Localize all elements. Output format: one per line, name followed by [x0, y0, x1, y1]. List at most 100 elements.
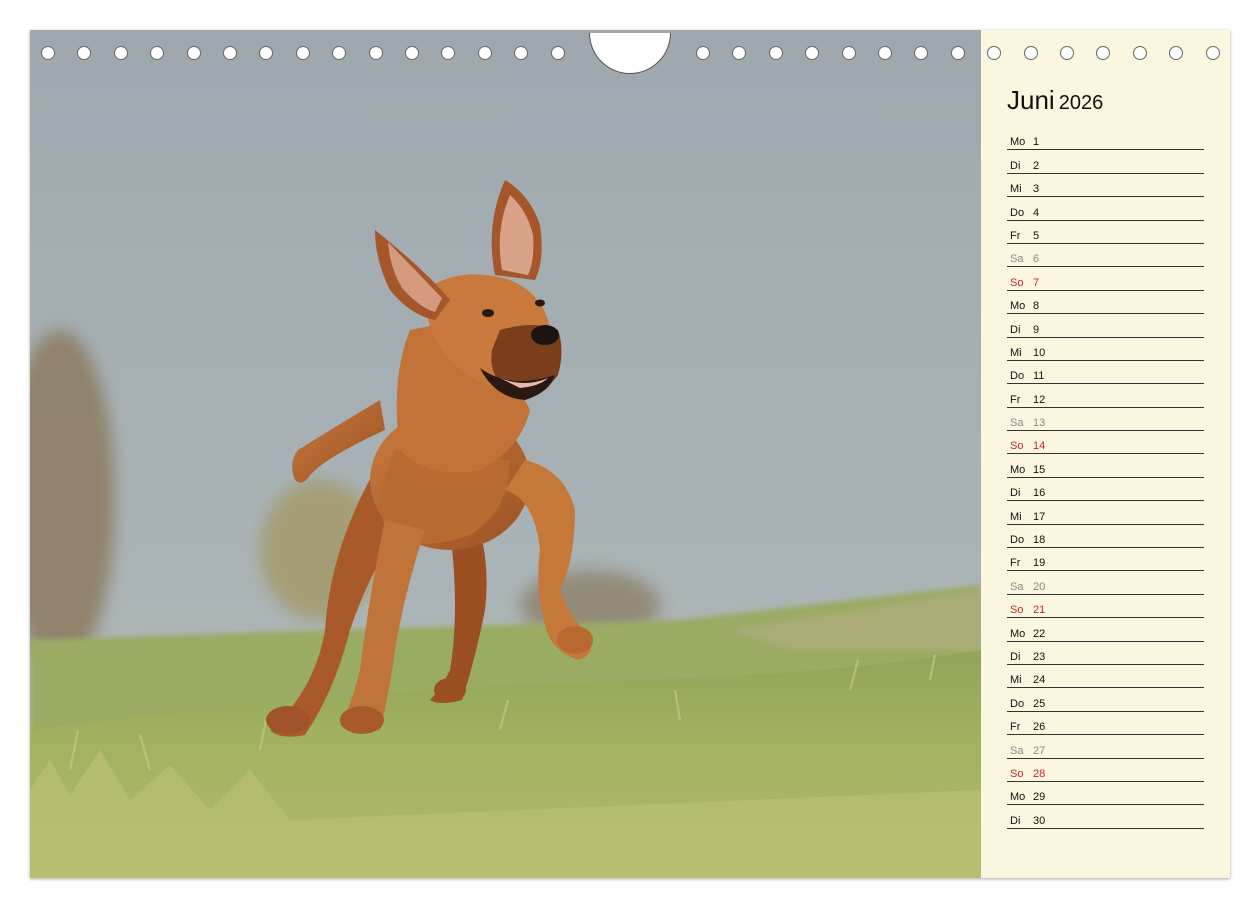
- day-row: Mo 1: [1007, 127, 1204, 151]
- binding-hole: [1023, 46, 1038, 60]
- day-number: 3: [1033, 183, 1040, 196]
- binding-hole: [696, 46, 710, 60]
- day-row: So 21: [1007, 595, 1204, 619]
- binding-hole: [405, 46, 419, 60]
- day-row: Di 9: [1007, 314, 1204, 338]
- day-number: 15: [1033, 463, 1046, 476]
- day-number: 24: [1033, 674, 1046, 687]
- weekday-label: Do: [1010, 534, 1025, 547]
- binding-hole: [732, 46, 747, 60]
- binding-hole: [77, 46, 92, 60]
- weekday-label: Mo: [1010, 136, 1026, 149]
- binding-hole: [514, 46, 529, 60]
- weekday-label: So: [1010, 767, 1024, 780]
- binding-hole: [259, 46, 274, 60]
- binding-hole: [186, 46, 201, 60]
- weekday-label: So: [1010, 440, 1024, 453]
- day-row: Di 16: [1007, 478, 1204, 502]
- year-label: 2026: [1058, 92, 1104, 114]
- binding-hole: [1096, 46, 1111, 60]
- day-number: 28: [1033, 767, 1046, 780]
- day-row: Do 25: [1007, 688, 1204, 712]
- day-row: Mi 24: [1007, 665, 1204, 689]
- day-number: 9: [1033, 323, 1040, 336]
- day-number: 27: [1033, 744, 1046, 757]
- weekday-label: Fr: [1010, 393, 1021, 406]
- binding-hole: [113, 46, 128, 60]
- day-number: 11: [1033, 370, 1045, 383]
- binding-hole: [914, 46, 929, 60]
- day-number: 30: [1033, 814, 1046, 827]
- day-number: 20: [1033, 580, 1046, 593]
- weekday-label: Mo: [1010, 627, 1026, 640]
- weekday-label: Di: [1010, 323, 1021, 336]
- day-row: Fr 5: [1007, 221, 1204, 244]
- day-number: 5: [1033, 229, 1040, 242]
- weekday-label: Di: [1010, 487, 1021, 500]
- day-row: Mo 29: [1007, 782, 1204, 806]
- day-row: Mi 10: [1007, 338, 1204, 361]
- day-row: So 14: [1007, 431, 1204, 455]
- binding-holes: [0, 0, 1260, 80]
- weekday-label: So: [1010, 604, 1024, 617]
- day-number: 14: [1033, 440, 1046, 453]
- day-number: 16: [1033, 487, 1046, 500]
- day-row: Do 11: [1007, 361, 1204, 385]
- day-number: 19: [1033, 557, 1046, 570]
- binding-hole: [150, 46, 165, 60]
- month-title: Juni 2026: [1007, 85, 1103, 116]
- weekday-label: Mi: [1010, 183, 1022, 196]
- day-row: Di 2: [1007, 150, 1204, 174]
- weekday-label: Sa: [1010, 744, 1024, 757]
- dog-photo: [30, 30, 981, 878]
- day-number: 13: [1033, 417, 1046, 430]
- weekday-label: Fr: [1010, 721, 1021, 734]
- weekday-label: Mi: [1010, 346, 1022, 359]
- weekday-label: Do: [1010, 370, 1025, 383]
- weekday-label: Di: [1010, 814, 1021, 827]
- binding-hole: [550, 46, 565, 60]
- day-number: 7: [1033, 276, 1040, 289]
- day-number: 12: [1033, 393, 1046, 406]
- day-row: Mo 8: [1007, 291, 1204, 315]
- day-number: 21: [1033, 604, 1046, 617]
- weekday-label: Mo: [1010, 300, 1026, 313]
- hanger-cutout: [589, 33, 671, 74]
- dog-photo-illustration: [30, 30, 981, 878]
- day-row: Mo 15: [1007, 454, 1204, 478]
- binding-hole: [295, 46, 310, 60]
- day-number: 17: [1033, 510, 1046, 523]
- day-row: Do 4: [1007, 197, 1204, 221]
- weekday-label: Do: [1010, 206, 1025, 219]
- day-row: Sa 6: [1007, 244, 1204, 268]
- day-row: Mi 17: [1007, 501, 1204, 525]
- day-row: Mo 22: [1007, 618, 1204, 642]
- day-number: 22: [1033, 627, 1046, 640]
- weekday-label: Sa: [1010, 417, 1024, 430]
- day-row: Sa 27: [1007, 735, 1204, 759]
- month-name: Juni: [1007, 85, 1055, 115]
- day-row: So 28: [1007, 759, 1204, 782]
- day-number: 6: [1033, 253, 1040, 266]
- day-number: 1: [1033, 136, 1040, 149]
- day-row: So 7: [1007, 267, 1204, 291]
- day-row: Mi 3: [1007, 174, 1204, 198]
- weekday-label: Mo: [1010, 791, 1026, 804]
- binding-hole: [368, 46, 383, 60]
- day-list: Mo 1 Di 2 Mi 3 Do 4 Fr 5 Sa 6 So 7 Mo 8 Di 9 Mi 10 Do 11 Fr 12 S…: [1007, 127, 1204, 829]
- weekday-label: Mo: [1010, 463, 1026, 476]
- day-row: Fr 19: [1007, 548, 1204, 572]
- weekday-label: Do: [1010, 697, 1025, 710]
- calendar-page: Juni 2026 Mo 1 Di 2 Mi 3 Do 4 Fr 5 Sa 6 So 7 Mo 8 Di 9 Mi 10…: [30, 30, 1230, 878]
- calendar-sidebar: Juni 2026 Mo 1 Di 2 Mi 3 Do 4 Fr 5 Sa 6 So 7 Mo 8 Di 9 Mi 10…: [981, 30, 1230, 878]
- day-number: 18: [1033, 534, 1046, 547]
- day-row: Fr 12: [1007, 384, 1204, 408]
- day-row: Sa 20: [1007, 571, 1204, 595]
- day-number: 2: [1033, 159, 1040, 172]
- binding-hole: [805, 46, 820, 60]
- day-number: 23: [1033, 650, 1046, 663]
- day-number: 29: [1033, 791, 1046, 804]
- binding-hole: [768, 46, 783, 60]
- weekday-label: Di: [1010, 650, 1021, 663]
- binding-hole: [41, 46, 55, 60]
